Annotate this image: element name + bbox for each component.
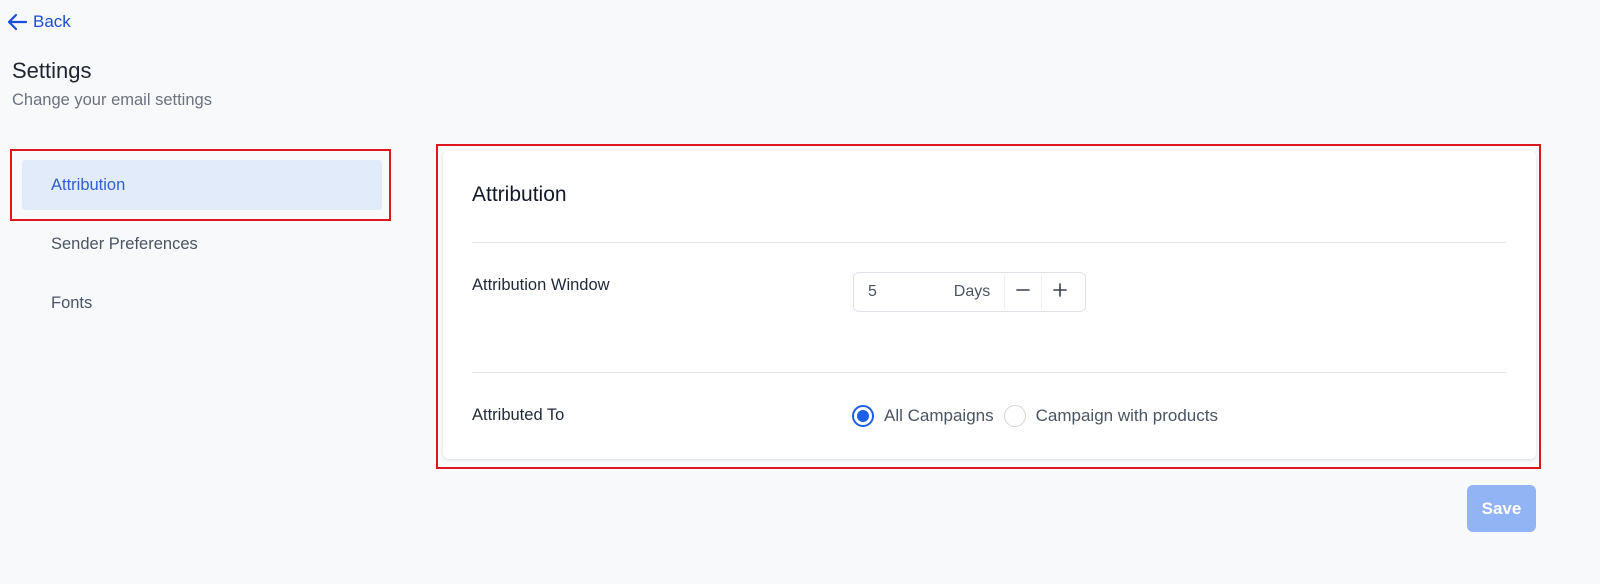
increment-button[interactable] [1041, 275, 1078, 309]
plus-icon [1052, 282, 1068, 303]
page-title: Settings [12, 58, 92, 83]
back-link[interactable]: Back [6, 12, 71, 32]
sidebar-item-attribution[interactable]: Attribution [22, 160, 382, 210]
attribution-window-unit: Days [953, 283, 991, 300]
save-button[interactable]: Save [1467, 485, 1536, 532]
radio-checked-icon [852, 405, 874, 427]
attributed-to-label: Attributed To [472, 406, 565, 424]
sidebar-item-label: Fonts [51, 293, 93, 312]
divider [472, 372, 1506, 373]
radio-campaign-with-products[interactable]: Campaign with products [1003, 405, 1218, 427]
arrow-left-icon [6, 12, 28, 32]
sidebar-item-label: Attribution [51, 175, 126, 194]
page-subtitle: Change your email settings [12, 91, 212, 109]
sidebar-item-fonts[interactable]: Fonts [22, 278, 382, 328]
back-label: Back [33, 12, 71, 31]
decrement-button[interactable] [1004, 275, 1041, 309]
radio-unchecked-icon [1003, 405, 1026, 427]
radio-dot [857, 410, 869, 422]
sidebar-item-sender-preferences[interactable]: Sender Preferences [22, 219, 382, 269]
attributed-to-radio-group: All Campaigns Campaign with products [852, 405, 1228, 427]
radio-label: Campaign with products [1035, 406, 1218, 425]
card-title: Attribution [472, 183, 567, 206]
radio-label: All Campaigns [884, 406, 994, 425]
attribution-window-input[interactable]: 5 [854, 283, 940, 301]
radio-all-campaigns[interactable]: All Campaigns [852, 405, 994, 427]
attribution-card: Attribution Attribution Window 5 Days At… [443, 151, 1536, 459]
settings-page: Back Settings Change your email settings… [0, 0, 1600, 584]
sidebar-item-label: Sender Preferences [51, 234, 198, 253]
minus-icon [1015, 282, 1031, 303]
attribution-window-label: Attribution Window [472, 276, 610, 294]
divider [472, 242, 1506, 243]
attribution-window-stepper: 5 Days [853, 272, 1086, 312]
